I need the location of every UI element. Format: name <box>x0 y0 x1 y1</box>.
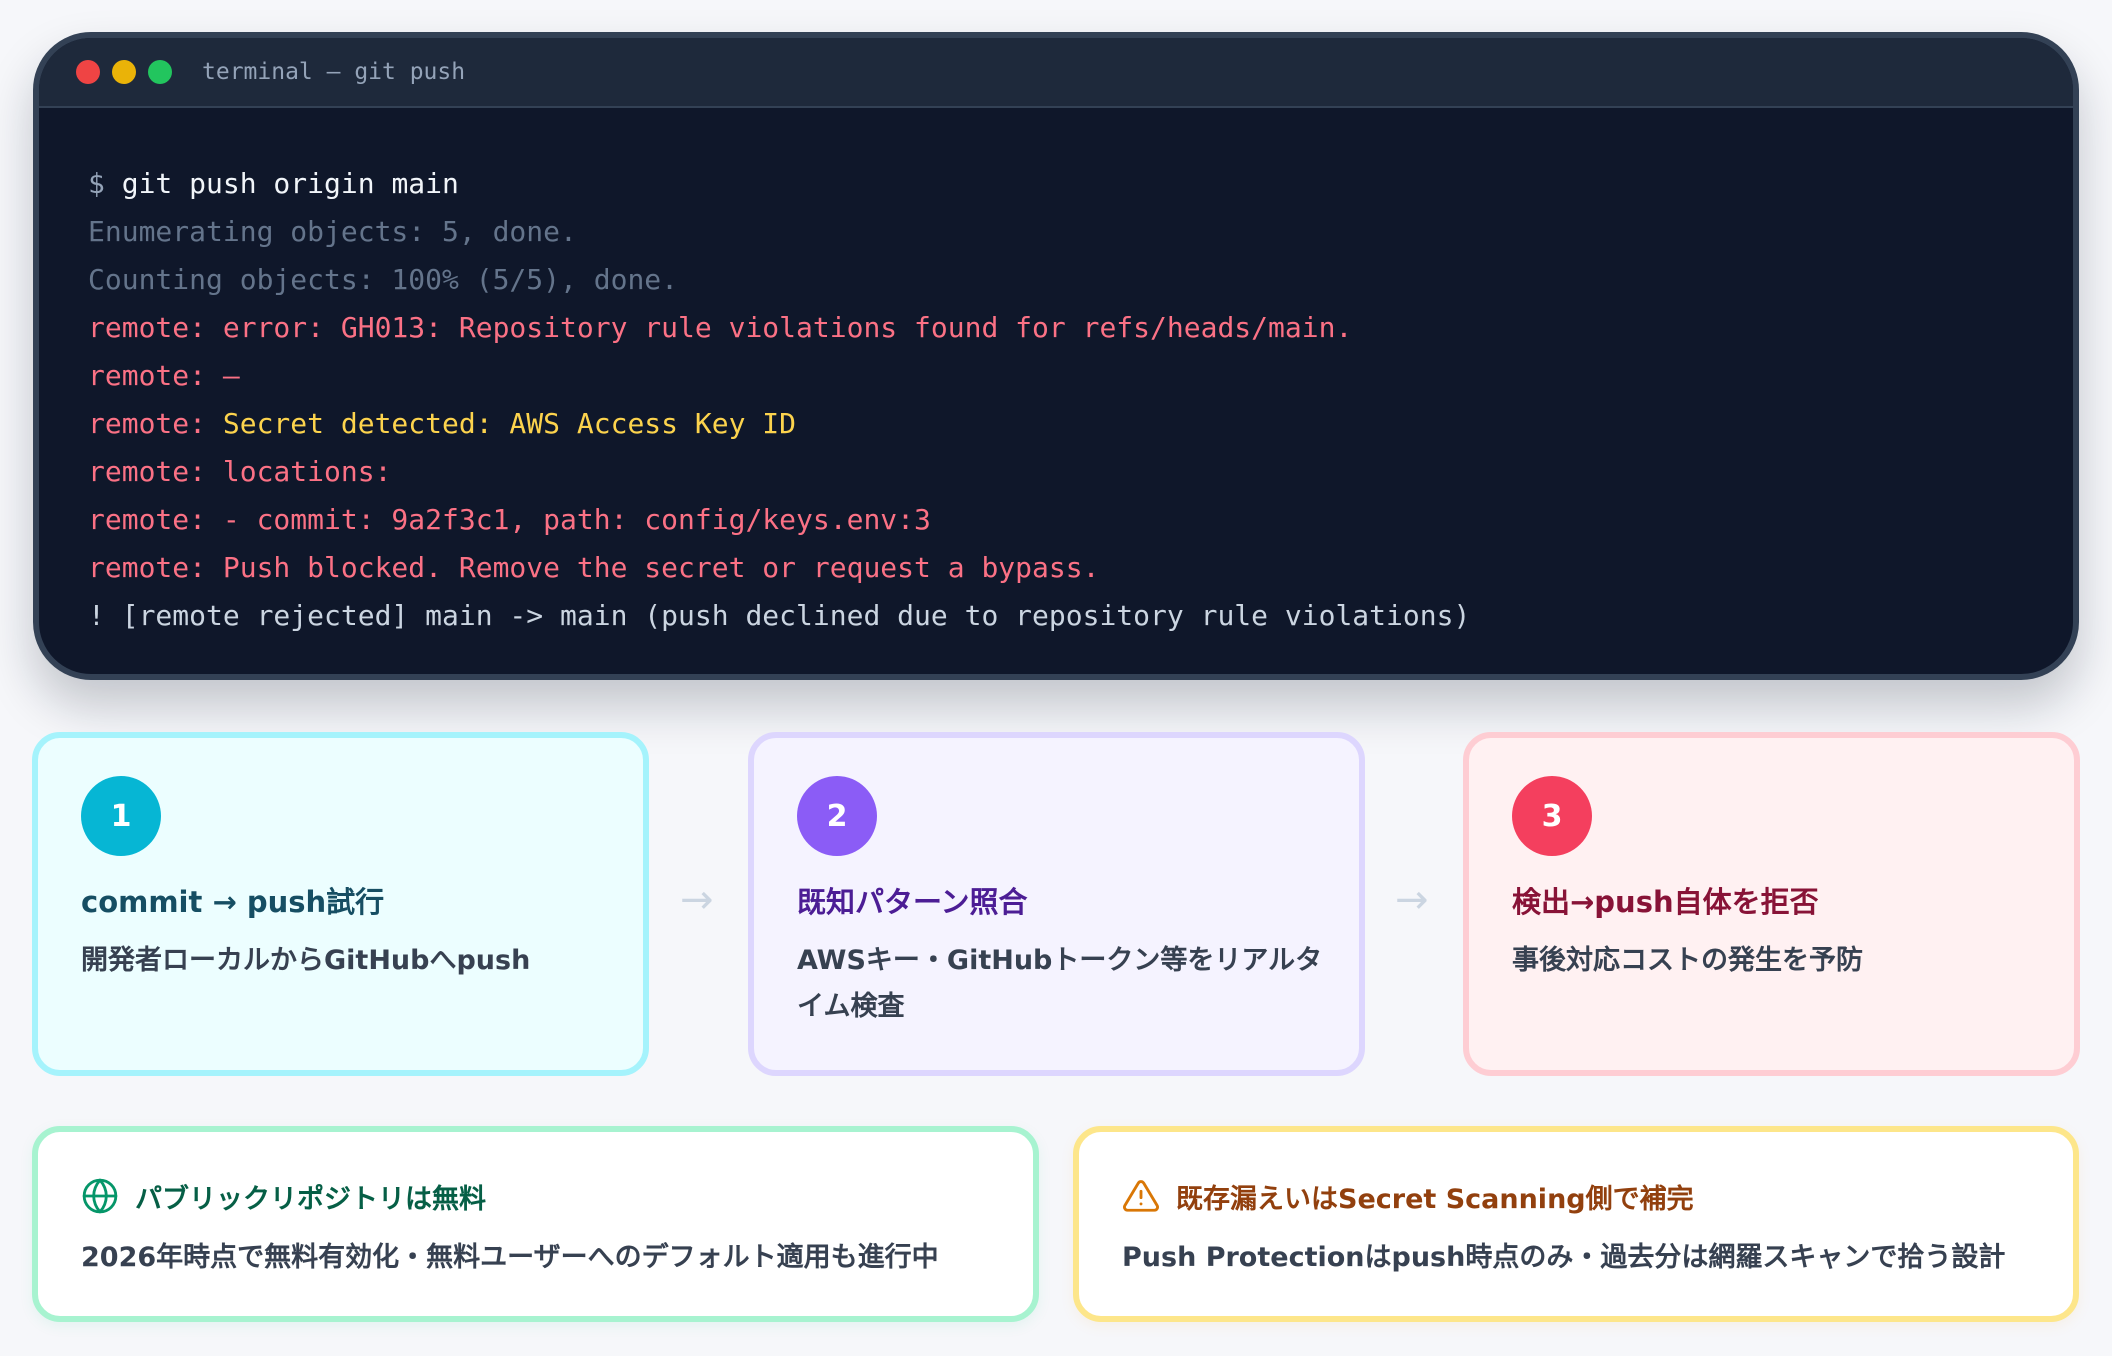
maximize-window-button[interactable] <box>148 60 172 84</box>
separator-dash: — <box>222 359 240 392</box>
terminal-titlebar: terminal — git push <box>39 38 2073 108</box>
warning-icon <box>1123 1180 1159 1212</box>
step-description: 事後対応コストの発生を予防 <box>1512 945 1863 976</box>
info-header: 既存漏えいはSecret Scanning側で補完 <box>1122 1176 2073 1216</box>
close-window-button[interactable] <box>76 60 100 84</box>
arrow-right-icon: → <box>1395 877 1429 923</box>
output-line-error: remote: error: GH013: Repository rule vi… <box>88 311 1353 344</box>
step-card-3: 3 検出→push自体を拒否 事後対応コストの発生を予防 <box>1463 732 2080 1076</box>
output-line-secret: remote: Secret detected: AWS Access Key … <box>88 400 2073 448</box>
step-description: AWSキー・GitHubトークン等をリアルタイム検査 <box>797 945 1323 1022</box>
arrow-right-icon: → <box>680 877 714 923</box>
info-description: 2026年時点で無料有効化・無料ユーザーへのデフォルト適用も進行中 <box>81 1242 939 1273</box>
output-line-rejected: ! [remote rejected] main -> main (push d… <box>88 599 1471 632</box>
command-text: git push origin main <box>121 167 459 200</box>
info-title: 既存漏えいはSecret Scanning側で補完 <box>1176 1183 1694 1215</box>
info-header: パブリックリポジトリは無料 <box>81 1176 1033 1216</box>
secret-detected-text: Secret detected: AWS Access Key ID <box>222 407 797 440</box>
command-line: $ git push origin main <box>88 160 2073 208</box>
step-title: 検出→push自体を拒否 <box>1512 885 1819 919</box>
output-line-commit: remote: - commit: 9a2f3c1, path: config/… <box>88 503 931 536</box>
separator-prefix: remote: <box>88 359 223 392</box>
step-number-badge: 3 <box>1512 776 1592 856</box>
step-title: 既知パターン照合 <box>797 885 1028 919</box>
info-box-existing-leaks: 既存漏えいはSecret Scanning側で補完 Push Protectio… <box>1073 1126 2079 1322</box>
output-line-separator: remote: — <box>88 352 2073 400</box>
step-card-2: 2 既知パターン照合 AWSキー・GitHubトークン等をリアルタイム検査 <box>748 732 1365 1076</box>
secret-prefix: remote: <box>88 407 223 440</box>
info-description: Push Protectionはpush時点のみ・過去分は網羅スキャンで拾う設計 <box>1122 1242 2006 1273</box>
info-title: パブリックリポジトリは無料 <box>135 1183 486 1215</box>
output-line-blocked: remote: Push blocked. Remove the secret … <box>88 551 1100 584</box>
step-card-1: 1 commit → push試行 開発者ローカルからGitHubへpush <box>32 732 649 1076</box>
output-line-counting: Counting objects: 100% (5/5), done. <box>88 263 679 296</box>
terminal-title: terminal — git push <box>202 59 466 85</box>
globe-icon <box>82 1178 118 1214</box>
step-number-badge: 2 <box>797 776 877 856</box>
terminal-output[interactable]: $ git push origin main Enumerating objec… <box>39 108 2073 640</box>
prompt-symbol: $ <box>88 167 105 200</box>
info-box-public-repos: パブリックリポジトリは無料 2026年時点で無料有効化・無料ユーザーへのデフォル… <box>32 1126 1039 1322</box>
output-line-locations: remote: locations: <box>88 455 392 488</box>
minimize-window-button[interactable] <box>112 60 136 84</box>
step-description: 開発者ローカルからGitHubへpush <box>81 945 531 976</box>
output-line-enumerating: Enumerating objects: 5, done. <box>88 215 577 248</box>
step-title: commit → push試行 <box>81 885 385 919</box>
terminal-window: terminal — git push $ git push origin ma… <box>33 32 2079 680</box>
step-number-badge: 1 <box>81 776 161 856</box>
